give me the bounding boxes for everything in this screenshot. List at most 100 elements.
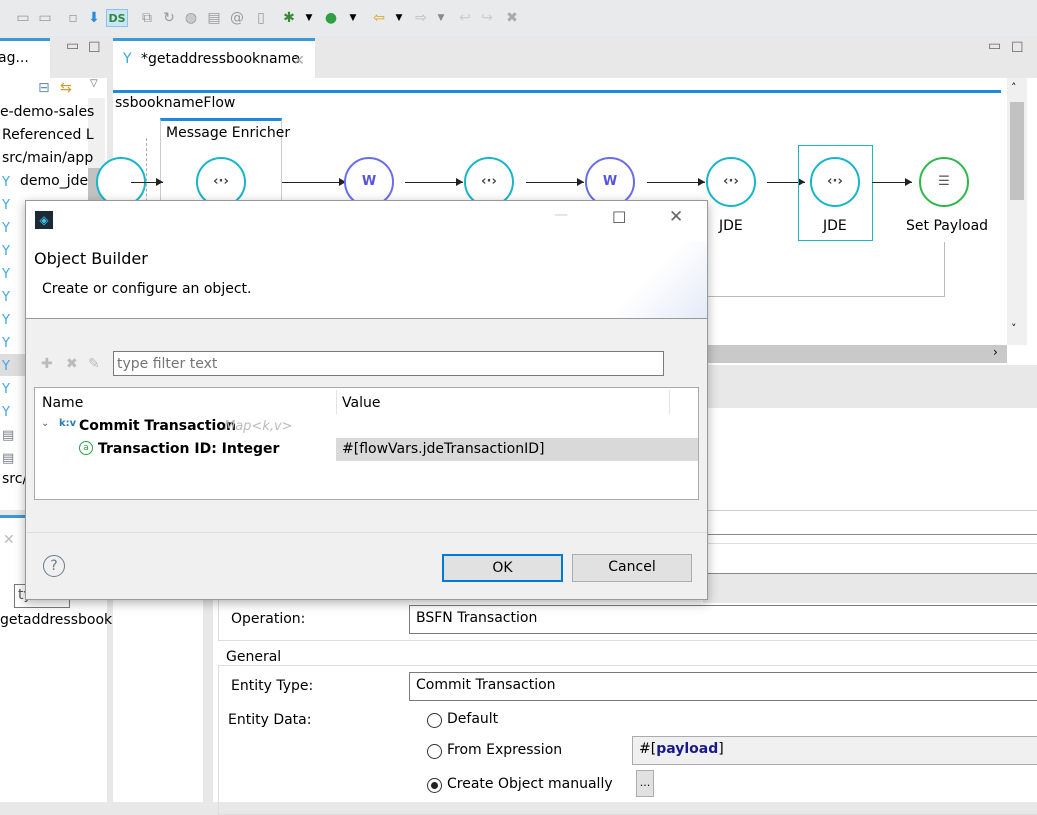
tab-flow-editor[interactable]: Y *getaddressbookname ✕	[113, 38, 315, 78]
tab-package-explorer[interactable]: ag...	[0, 38, 50, 78]
mail-icon[interactable]: @	[228, 9, 246, 27]
object-builder-dialog: ◈ — ☐ ✕ Object Builder Create or configu…	[25, 200, 708, 600]
entity-type-label: Entity Type:	[231, 678, 314, 694]
deploy-icon[interactable]: ⬇	[85, 9, 103, 27]
edit-icon[interactable]: ✎	[88, 356, 100, 372]
forward-dropdown-icon[interactable]: ▼	[432, 9, 450, 27]
radio-default[interactable]	[427, 713, 442, 728]
forward-icon[interactable]: ⇨	[412, 9, 430, 27]
tree-item[interactable]: e-demo-sales	[0, 104, 94, 120]
operation-select[interactable]: BSFN Transaction	[409, 605, 1037, 634]
cancel-button[interactable]: Cancel	[572, 554, 692, 582]
node-label: JDE	[719, 218, 743, 234]
scroll-right-icon[interactable]: ›	[993, 345, 998, 359]
mule-file-icon: Y	[123, 51, 132, 67]
mule-file-icon[interactable]: Y	[2, 406, 16, 420]
debug-icon[interactable]: ✱	[280, 9, 298, 27]
ok-button[interactable]: OK	[442, 554, 563, 582]
db-icon[interactable]: ◍	[182, 9, 200, 27]
close-window-button[interactable]: ✕	[669, 207, 683, 227]
mule-file-icon[interactable]: Y	[2, 222, 16, 236]
ds-icon[interactable]: DS	[106, 9, 128, 27]
tab-label: ag...	[0, 50, 29, 66]
tree-item[interactable]: Referenced L	[2, 127, 94, 143]
column-header-name[interactable]: Name	[42, 395, 83, 411]
link-editor-icon[interactable]: ⇆	[60, 80, 72, 96]
main-toolbar: ▭ ▭ ▫ ⬇ DS ⧉ ↻ ◍ ▤ @ ▯ ✱ ▼ ● ▼ ⇦ ▼ ⇨ ▼ ↩…	[0, 0, 1037, 36]
camera-icon[interactable]: ▫	[64, 9, 82, 27]
node-label: Set Payload	[906, 218, 989, 234]
jde-node[interactable]: ‹·›	[810, 157, 860, 207]
jde-node[interactable]: ‹·›	[706, 157, 756, 207]
minimize-window-button[interactable]: —	[554, 207, 568, 223]
entity-type-select[interactable]: Commit Transaction	[409, 672, 1037, 701]
redo-icon[interactable]: ↪	[478, 9, 496, 27]
maximize-window-button[interactable]: ☐	[612, 208, 626, 227]
tree-row-child-value[interactable]: #[flowVars.jdeTransactionID]	[342, 441, 544, 457]
tab-label: *getaddressbookname	[141, 51, 300, 67]
radio-default-label[interactable]: Default	[447, 711, 498, 727]
delete-icon[interactable]: ✖	[503, 9, 521, 27]
back-icon[interactable]: ⇦	[370, 9, 388, 27]
add-icon[interactable]: ✚	[41, 356, 53, 372]
run-dropdown-icon[interactable]: ▼	[344, 9, 362, 27]
filter-input[interactable]	[113, 351, 664, 376]
mule-file-icon[interactable]: Y	[2, 314, 16, 328]
file-icon[interactable]: ▤	[205, 9, 223, 27]
dialog-subtitle: Create or configure an object.	[42, 281, 252, 297]
remove-icon[interactable]: ✖	[66, 356, 78, 372]
column-header-value[interactable]: Value	[342, 395, 380, 411]
radio-create-manually[interactable]	[427, 778, 442, 793]
mule-file-icon[interactable]: Y	[2, 268, 16, 282]
browse-button[interactable]: ...	[636, 770, 654, 797]
refresh-icon[interactable]: ↻	[160, 9, 178, 27]
text-file-icon[interactable]: ▤	[2, 429, 16, 443]
debug-dropdown-icon[interactable]: ▼	[300, 9, 318, 27]
tree-row-root-name[interactable]: Commit Transaction	[79, 418, 236, 434]
vertical-scrollbar[interactable]: ˄ ˅	[1007, 78, 1027, 345]
close-icon[interactable]: ✕	[3, 532, 15, 548]
mule-file-icon[interactable]: Y	[2, 199, 16, 213]
expression-prefix: #[	[639, 741, 657, 757]
run-icon[interactable]: ●	[322, 9, 340, 27]
entity-data-label: Entity Data:	[228, 712, 312, 728]
mule-file-icon[interactable]: Y	[2, 245, 16, 259]
view-menu-icon[interactable]: ▽	[90, 78, 98, 89]
scope-label: Message Enricher	[166, 125, 291, 141]
help-icon[interactable]: ?	[43, 555, 65, 577]
radio-manual-label[interactable]: Create Object manually	[447, 776, 613, 792]
maximize-icon[interactable]: ☐	[1011, 40, 1024, 56]
dialog-title: Object Builder	[34, 249, 148, 268]
set-payload-node[interactable]: ☰	[919, 157, 969, 207]
tree-item[interactable]: src/main/app	[2, 150, 93, 166]
radio-expression-label[interactable]: From Expression	[447, 742, 562, 758]
collapse-all-icon[interactable]: ⊟	[38, 80, 50, 96]
dialog-header: ◈ — ☐ ✕ Object Builder Create or configu…	[26, 201, 707, 319]
text-file-icon[interactable]: ▤	[2, 452, 16, 466]
tree-row-child-name[interactable]: Transaction ID: Integer	[98, 441, 279, 457]
close-tab-icon[interactable]: ✕	[293, 53, 305, 69]
radio-from-expression[interactable]	[427, 744, 442, 759]
mule-file-icon[interactable]: Y	[2, 337, 16, 351]
operation-label: Operation:	[231, 611, 306, 627]
back-dropdown-icon[interactable]: ▼	[390, 9, 408, 27]
clean-icon[interactable]: ▯	[252, 9, 270, 27]
mule-file-icon[interactable]: Y	[2, 291, 16, 305]
undo-icon[interactable]: ↩	[456, 9, 474, 27]
node-label: JDE	[823, 218, 847, 234]
mule-file-icon[interactable]: Y	[2, 360, 16, 374]
tree-item[interactable]: src/	[2, 471, 27, 487]
flow-title: ssbooknameFlow	[115, 95, 236, 111]
expression-input[interactable]: #[payload]	[632, 736, 1037, 765]
attribute-icon: a	[79, 441, 93, 455]
copy-icon[interactable]: ⧉	[138, 9, 156, 27]
minimize-icon[interactable]: ▭	[988, 38, 1001, 54]
maximize-icon[interactable]: ☐	[88, 40, 101, 56]
save-icon[interactable]: ▭	[14, 9, 32, 27]
mule-file-icon[interactable]: Y	[2, 383, 16, 397]
save-all-icon[interactable]: ▭	[36, 9, 54, 27]
expand-chevron-icon[interactable]: ⌄	[41, 418, 49, 429]
tree-item[interactable]: demo_jde	[20, 173, 88, 189]
outline-item[interactable]: getaddressbook	[0, 612, 112, 628]
minimize-icon[interactable]: ▭	[66, 38, 79, 54]
